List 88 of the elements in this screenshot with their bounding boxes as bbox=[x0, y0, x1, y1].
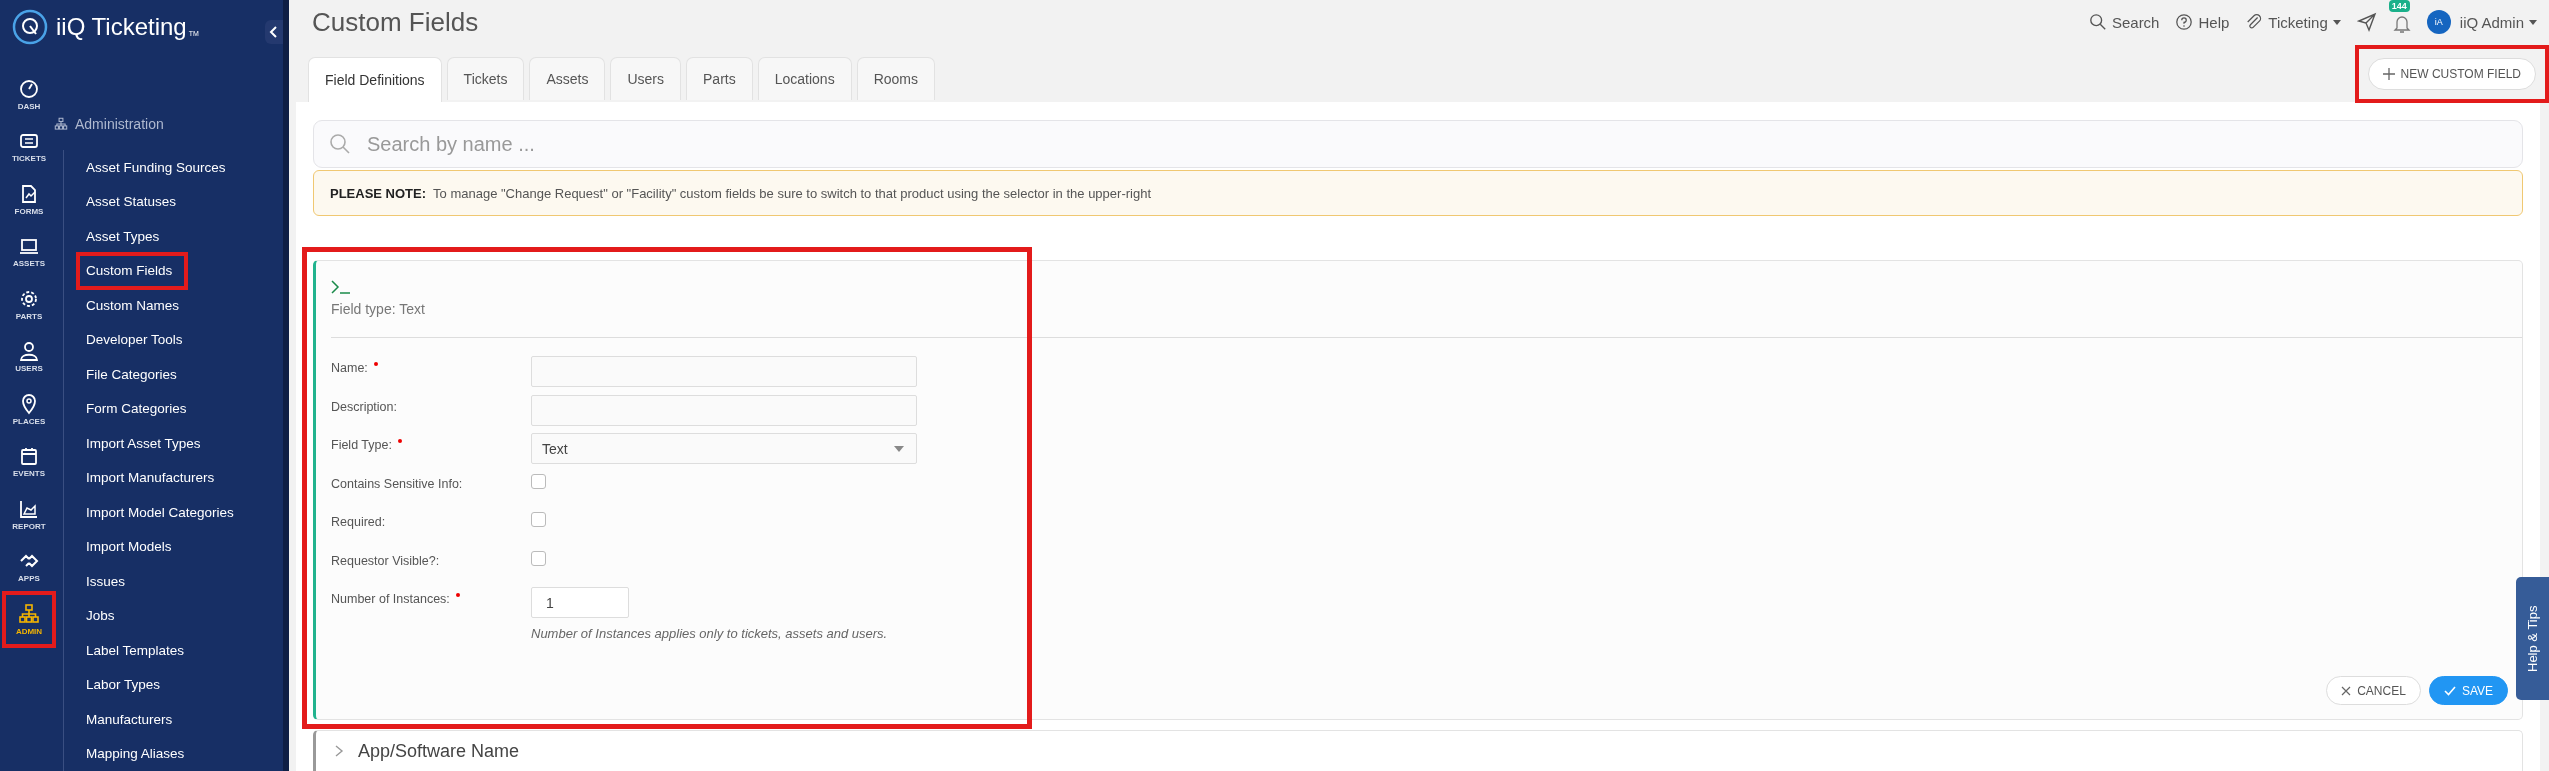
app-name: iiQ Ticketing bbox=[56, 13, 187, 41]
caret-icon bbox=[894, 445, 904, 452]
help-icon bbox=[2175, 13, 2194, 32]
search-field[interactable]: Search by name ... bbox=[313, 120, 2523, 168]
paper-plane-icon[interactable] bbox=[2356, 12, 2377, 33]
field-label: Field Type: bbox=[331, 438, 392, 452]
menu-item[interactable]: Asset Statuses bbox=[78, 184, 185, 219]
chevron-right-icon bbox=[334, 744, 344, 758]
field-label: Contains Sensitive Info: bbox=[331, 476, 463, 491]
field-type-label: Field type: Text bbox=[331, 301, 2522, 338]
tab[interactable]: Users bbox=[610, 57, 681, 100]
user-menu[interactable]: iA iiQ Admin bbox=[2426, 10, 2537, 35]
help-tips-tab[interactable]: Help & Tips bbox=[2516, 577, 2549, 700]
new-custom-field-button[interactable]: NEW CUSTOM FIELD bbox=[2367, 57, 2536, 90]
field-label: Description: bbox=[331, 399, 397, 414]
menu-item[interactable]: Mapping Aliases bbox=[78, 736, 193, 771]
nav-item[interactable]: REPORT bbox=[4, 488, 54, 541]
menu-item[interactable]: Developer Tools bbox=[78, 322, 191, 357]
menu-item[interactable]: Custom Names bbox=[78, 288, 188, 323]
logo-icon bbox=[12, 9, 48, 45]
paperclip-icon bbox=[2245, 13, 2264, 32]
nav-item[interactable]: FORMS bbox=[4, 173, 54, 226]
checkbox[interactable] bbox=[531, 550, 546, 566]
menu-item[interactable]: File Categories bbox=[78, 357, 185, 392]
help-text: Number of Instances applies only to tickets, assets and users. bbox=[531, 626, 888, 641]
nav-item[interactable]: EVENTS bbox=[4, 435, 54, 488]
nav-item[interactable]: ASSETS bbox=[4, 225, 54, 278]
nav-item[interactable]: DASH bbox=[4, 68, 54, 121]
plus-icon bbox=[2382, 67, 2395, 80]
nav-item[interactable]: ADMIN bbox=[4, 593, 54, 646]
user-icon bbox=[18, 340, 40, 363]
tab[interactable]: Rooms bbox=[856, 57, 935, 100]
menu-item[interactable]: Import Manufacturers bbox=[78, 460, 223, 495]
help-link[interactable]: Help bbox=[2175, 13, 2230, 32]
field-name: App/Software Name bbox=[358, 740, 520, 762]
menu-item[interactable]: Labor Types bbox=[78, 667, 169, 702]
notification-count: 144 bbox=[2388, 0, 2410, 13]
field-label: Name: bbox=[331, 361, 368, 375]
notice-banner: PLEASE NOTE: To manage "Change Request" or "Facility" custom fields be sure to switch to that product using the selector in the upper-right bbox=[313, 170, 2523, 216]
number-input[interactable]: 1 bbox=[531, 587, 629, 618]
tab[interactable]: Assets bbox=[529, 57, 606, 100]
bell-icon[interactable] bbox=[2392, 14, 2411, 35]
search-link[interactable]: Search bbox=[2088, 13, 2160, 32]
gauge-icon bbox=[18, 77, 40, 100]
text-input[interactable] bbox=[531, 394, 917, 426]
nav-item[interactable]: PLACES bbox=[4, 383, 54, 436]
collapse-button[interactable] bbox=[265, 20, 283, 44]
caret-icon bbox=[2529, 19, 2537, 25]
tab[interactable]: Parts bbox=[686, 57, 753, 100]
close-icon bbox=[2341, 685, 2352, 696]
product-selector[interactable]: Ticketing bbox=[2245, 13, 2341, 32]
menu-item[interactable]: Import Asset Types bbox=[78, 426, 209, 461]
field-label: Requestor Visible?: bbox=[331, 553, 440, 568]
menu-item[interactable]: Label Templates bbox=[78, 633, 193, 668]
nav-item[interactable]: USERS bbox=[4, 330, 54, 383]
dropdown[interactable]: Text bbox=[531, 433, 917, 464]
menu-item[interactable]: Form Categories bbox=[78, 391, 195, 426]
cancel-button[interactable]: CANCEL bbox=[2326, 676, 2421, 705]
text-input[interactable] bbox=[531, 356, 917, 387]
page-title: Custom Fields bbox=[312, 6, 479, 38]
menu-item[interactable]: Manufacturers bbox=[78, 702, 181, 737]
tab[interactable]: Tickets bbox=[446, 57, 525, 100]
checkmark-icon bbox=[2443, 685, 2456, 696]
tab[interactable]: Locations bbox=[757, 57, 852, 100]
menu-item[interactable]: Import Models bbox=[78, 529, 180, 564]
menu-item[interactable]: Asset Funding Sources bbox=[78, 150, 234, 185]
menu-item[interactable]: Issues bbox=[78, 564, 134, 599]
menu-item[interactable]: Import Model Categories bbox=[78, 495, 242, 530]
checkbox[interactable] bbox=[531, 473, 546, 489]
menu-item[interactable]: Asset Types bbox=[78, 219, 168, 254]
chevron-left-icon bbox=[269, 25, 279, 39]
field-label: Number of Instances: bbox=[331, 592, 450, 606]
terminal-prompt-icon bbox=[331, 279, 351, 295]
search-icon bbox=[2088, 13, 2107, 32]
org-chart-icon bbox=[53, 117, 69, 131]
field-label: Required: bbox=[331, 515, 386, 529]
menu-item[interactable]: Jobs bbox=[78, 598, 123, 633]
nav-item[interactable]: APPS bbox=[4, 540, 54, 593]
calendar-icon bbox=[18, 445, 40, 468]
section-label: Administration bbox=[75, 116, 164, 132]
nav-item[interactable]: TICKETS bbox=[4, 120, 54, 173]
avatar: iA bbox=[2426, 10, 2451, 35]
nav-item[interactable]: PARTS bbox=[4, 278, 54, 331]
caret-icon bbox=[2332, 19, 2341, 25]
tab[interactable]: Field Definitions bbox=[308, 57, 442, 102]
menu-item[interactable]: Custom Fields bbox=[78, 253, 187, 288]
checkbox[interactable] bbox=[531, 512, 546, 527]
org-chart-icon bbox=[18, 602, 40, 625]
